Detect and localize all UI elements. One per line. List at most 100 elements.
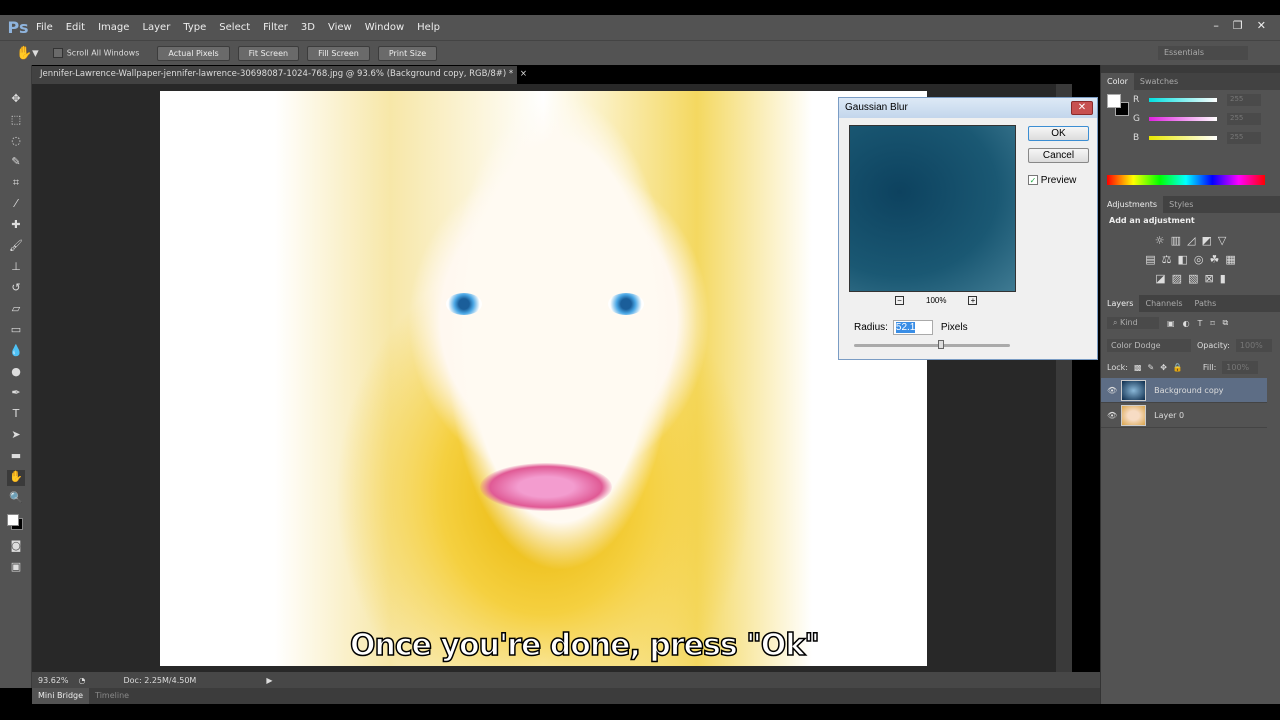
radius-input[interactable]: 52.1 [892,320,933,335]
selective-color-icon[interactable]: ⊠ [1204,272,1213,285]
lasso-tool-icon[interactable]: ◌ [7,134,25,150]
layer-filter-kind[interactable]: ⌕ Kind [1107,317,1159,329]
tab-color[interactable]: Color [1101,73,1134,90]
visibility-eye-icon[interactable]: 👁 [1107,386,1117,395]
dodge-tool-icon[interactable]: ● [7,365,25,381]
blur-preview[interactable] [849,125,1016,292]
lock-position-icon[interactable]: ✥ [1160,363,1167,372]
invert-icon[interactable]: ◪ [1155,272,1165,285]
shape-tool-icon[interactable]: ▬ [7,449,25,465]
tab-paths[interactable]: Paths [1189,295,1223,312]
eraser-tool-icon[interactable]: ▱ [7,302,25,318]
exposure-icon[interactable]: ◩ [1201,234,1211,247]
close-button[interactable]: ✕ [1257,19,1266,32]
restore-button[interactable]: ❐ [1233,19,1243,32]
menu-layer[interactable]: Layer [142,22,170,33]
menu-select[interactable]: Select [219,22,250,33]
fit-screen-button[interactable]: Fit Screen [237,45,300,61]
blend-mode-select[interactable]: Color Dodge [1107,338,1191,352]
color-swatches-icon[interactable] [7,512,25,534]
menu-image[interactable]: Image [98,22,129,33]
radius-slider[interactable] [854,340,1010,349]
hue-saturation-icon[interactable]: ▤ [1145,253,1155,266]
color-lookup-icon[interactable]: ▦ [1225,253,1235,266]
gradient-tool-icon[interactable]: ▭ [7,323,25,339]
color-spectrum[interactable] [1107,175,1265,185]
lock-all-icon[interactable]: 🔒 [1173,363,1183,372]
curves-icon[interactable]: ◿ [1187,234,1195,247]
screen-mode-icon[interactable]: ▣ [7,560,25,576]
crop-tool-icon[interactable]: ⌗ [7,176,25,192]
tab-adjustments[interactable]: Adjustments [1101,196,1164,213]
filter-shape-icon[interactable]: ⌑ [1210,319,1214,328]
tab-styles[interactable]: Styles [1163,196,1199,213]
marquee-tool-icon[interactable]: ⬚ [7,113,25,129]
tab-channels[interactable]: Channels [1139,295,1188,312]
tab-mini-bridge[interactable]: Mini Bridge [32,688,90,704]
preview-checkbox[interactable]: ✓ Preview [1028,175,1076,186]
visibility-eye-icon[interactable]: 👁 [1107,411,1117,420]
document-tab[interactable]: Jennifer-Lawrence-Wallpaper-jennifer-law… [32,66,527,84]
type-tool-icon[interactable]: T [7,407,25,423]
filter-smart-icon[interactable]: ⧉ [1223,318,1229,328]
healing-tool-icon[interactable]: ✚ [7,218,25,234]
history-brush-icon[interactable]: ↺ [7,281,25,297]
tab-layers[interactable]: Layers [1101,295,1140,312]
zoom-out-button[interactable]: − [895,296,904,305]
menu-3d[interactable]: 3D [301,22,315,33]
gradient-map-icon[interactable]: ▮ [1220,272,1226,285]
path-select-tool-icon[interactable]: ➤ [7,428,25,444]
tab-timeline[interactable]: Timeline [89,688,135,704]
minimize-button[interactable]: – [1213,19,1219,32]
menu-window[interactable]: Window [365,22,404,33]
fill-screen-button[interactable]: Fill Screen [307,45,370,61]
menu-edit[interactable]: Edit [66,22,85,33]
layer-row[interactable]: 👁 Background copy [1101,378,1267,403]
filter-pixel-icon[interactable]: ▣ [1167,319,1175,328]
hand-tool-icon[interactable]: ✋▾ [16,46,39,61]
zoom-level[interactable]: 93.62% [38,676,69,685]
print-size-button[interactable]: Print Size [377,45,438,61]
brush-tool-icon[interactable]: 🖌 [7,239,25,255]
opacity-input[interactable]: 100% [1235,338,1272,352]
hand-tool-icon[interactable]: ✋ [7,470,25,486]
scroll-all-windows-checkbox[interactable]: Scroll All Windows [52,48,139,58]
menu-type[interactable]: Type [183,22,206,33]
lock-pixels-icon[interactable]: ✎ [1148,363,1155,372]
photo-filter-icon[interactable]: ◎ [1194,253,1204,266]
quick-select-tool-icon[interactable]: ✎ [7,155,25,171]
tab-swatches[interactable]: Swatches [1134,73,1184,90]
filter-adjustment-icon[interactable]: ◐ [1183,319,1190,328]
channel-mixer-icon[interactable]: ☘ [1210,253,1220,266]
status-icon[interactable]: ◔ [79,676,86,685]
zoom-in-button[interactable]: + [968,296,978,305]
fill-input[interactable]: 100% [1222,360,1259,374]
workspace-select[interactable]: Essentials [1158,46,1248,60]
levels-icon[interactable]: ▥ [1171,234,1181,247]
close-tab-icon[interactable]: × [520,69,527,79]
ok-button[interactable]: OK [1028,126,1089,141]
radius-slider-thumb[interactable] [938,340,945,349]
vibrance-icon[interactable]: ▽ [1218,234,1226,247]
layer-row[interactable]: 👁 Layer 0 [1101,403,1267,428]
zoom-tool-icon[interactable]: 🔍 [7,491,25,507]
move-tool-icon[interactable]: ✥ [7,92,25,108]
actual-pixels-button[interactable]: Actual Pixels [157,45,230,61]
cancel-button[interactable]: Cancel [1028,148,1089,163]
posterize-icon[interactable]: ▨ [1172,272,1182,285]
pen-tool-icon[interactable]: ✒ [7,386,25,402]
image-canvas[interactable] [160,91,927,666]
menu-view[interactable]: View [328,22,352,33]
filter-type-icon[interactable]: T [1198,319,1203,328]
status-menu-arrow-icon[interactable]: ▶ [266,676,272,685]
foreground-color-swatch[interactable] [1107,94,1121,108]
menu-file[interactable]: File [36,22,53,33]
blur-tool-icon[interactable]: 💧 [7,344,25,360]
black-white-icon[interactable]: ◧ [1177,253,1187,266]
quick-mask-icon[interactable]: ◙ [7,539,25,555]
dialog-close-button[interactable]: ✕ [1071,101,1093,115]
menu-filter[interactable]: Filter [263,22,288,33]
menu-help[interactable]: Help [417,22,440,33]
brightness-icon[interactable]: ☼ [1155,234,1165,247]
color-balance-icon[interactable]: ⚖ [1162,253,1172,266]
